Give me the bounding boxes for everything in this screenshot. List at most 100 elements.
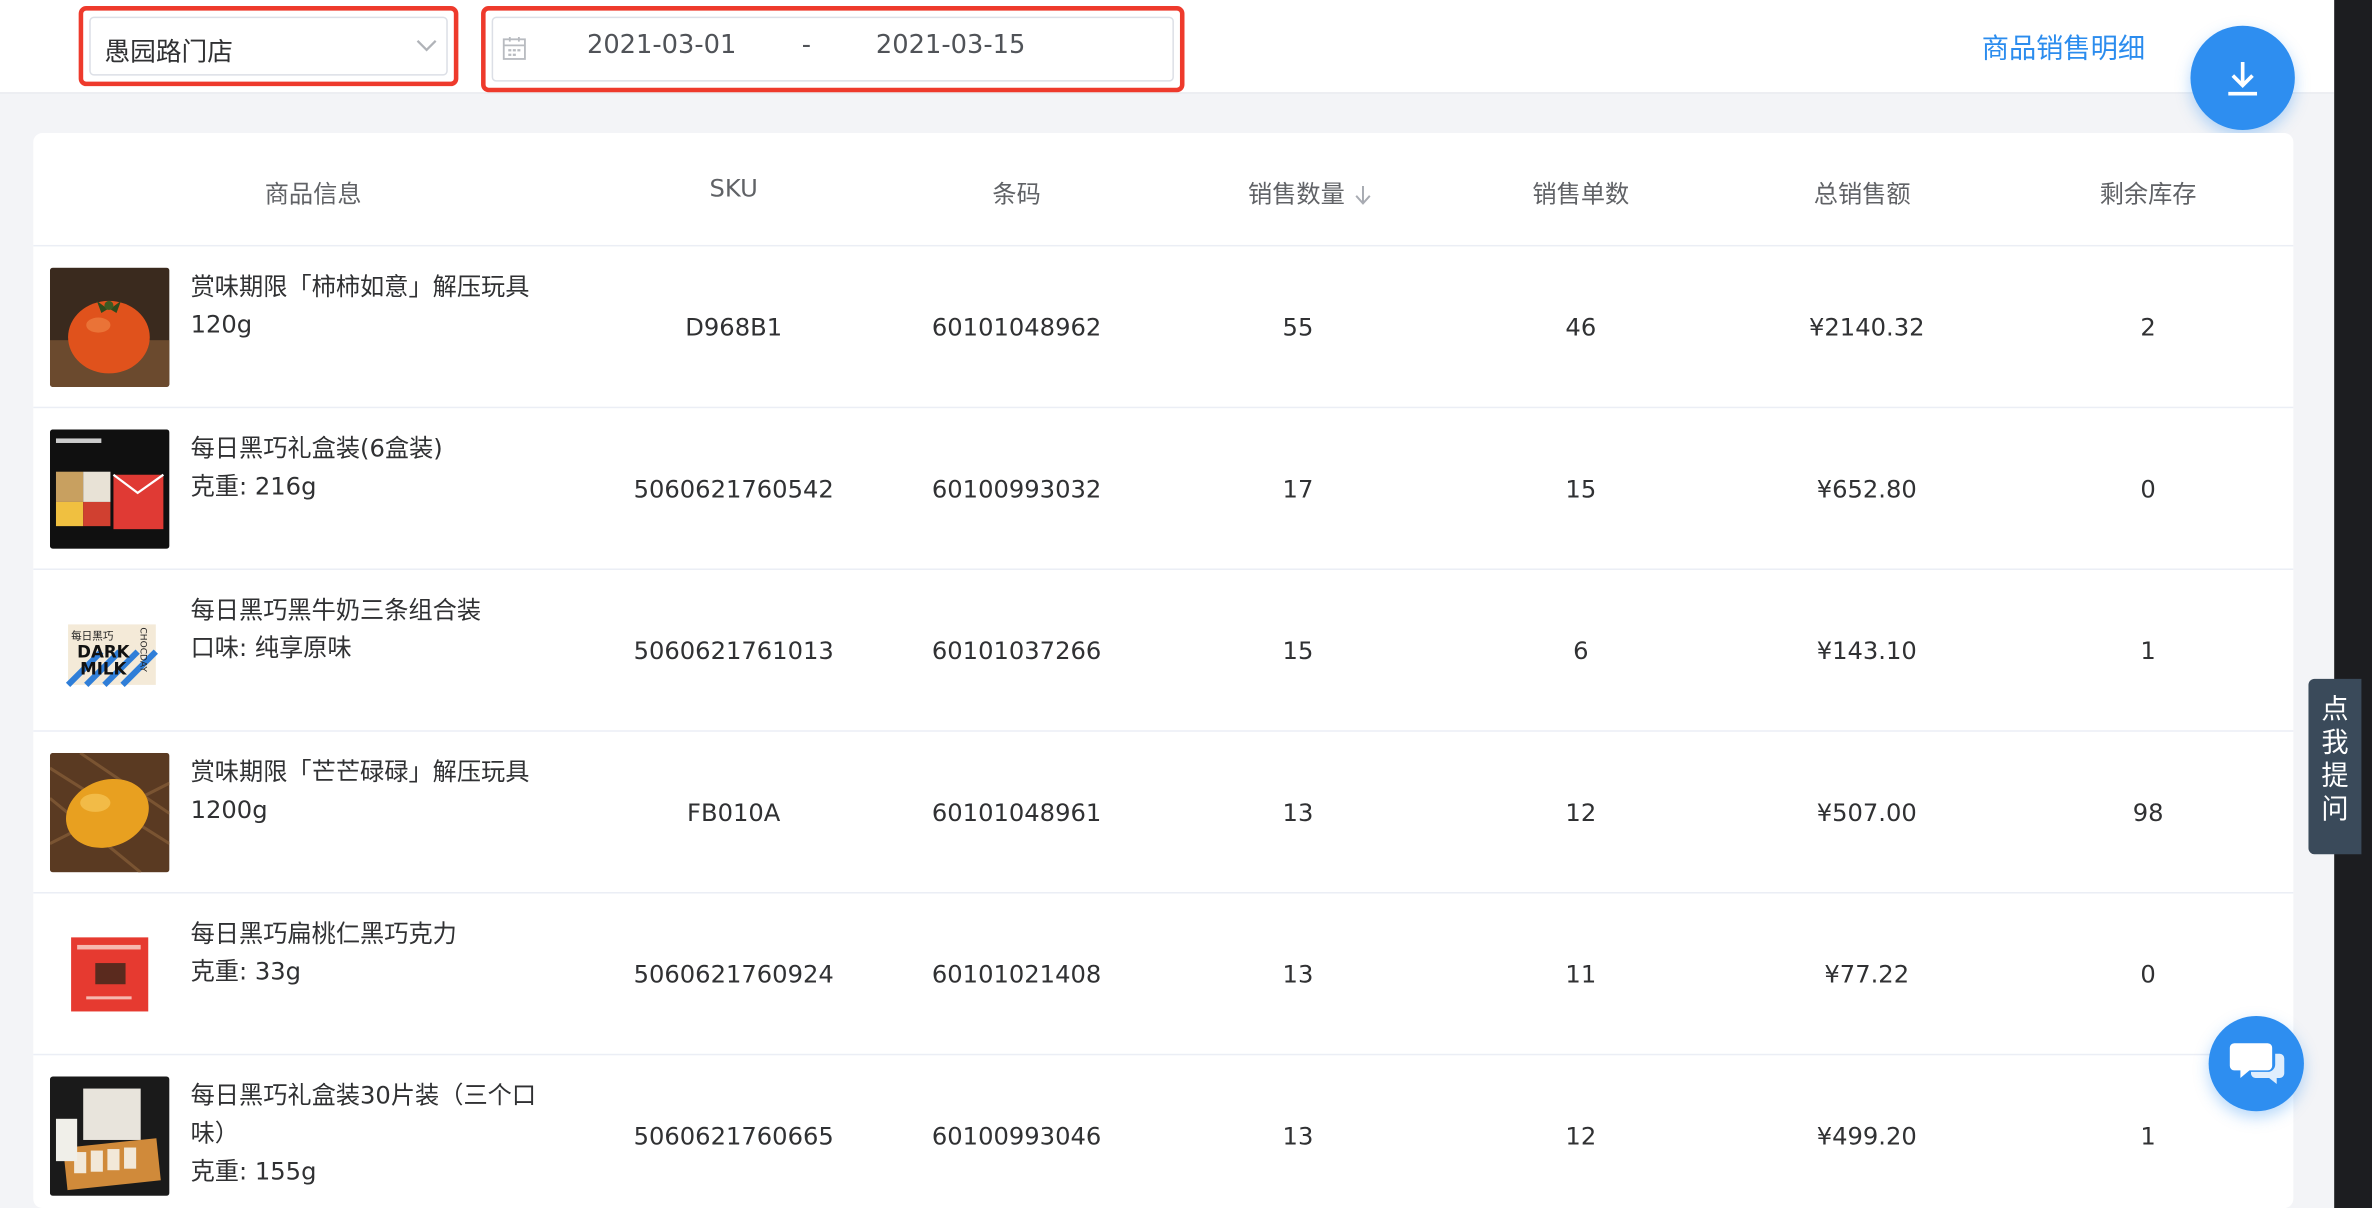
table-header: 商品信息 SKU 条码 销售数量 销售单数 总销售额 剩余库存 (33, 133, 2294, 247)
cell-sku: 5060621760665 (633, 1121, 834, 1151)
table-row: 每日黑巧扁桃仁黑巧克力 克重: 33g 5060621760924 601010… (33, 894, 2294, 1056)
cell-barcode: 60101048961 (931, 798, 1102, 828)
ask-question-tab[interactable]: 点 我 提 问 (2308, 678, 2362, 855)
cell-qty: 13 (1282, 1121, 1314, 1151)
cell-orders: 12 (1565, 798, 1597, 828)
product-thumbnail (49, 267, 170, 388)
cell-total: ¥652.80 (1816, 474, 1917, 504)
cell-total: ¥2140.32 (1809, 312, 1925, 342)
cell-barcode: 60101037266 (931, 636, 1102, 666)
cell-total: ¥507.00 (1816, 798, 1917, 828)
cell-barcode: 60101021408 (931, 960, 1102, 989)
header-stock: 剩余库存 (2099, 179, 2197, 209)
chat-bubbles-icon (2229, 1043, 2285, 1085)
product-name: 每日黑巧黑牛奶三条组合装 (190, 595, 482, 625)
right-edge-strip (2334, 0, 2372, 1208)
date-range-picker[interactable]: 2021-03-01 - 2021-03-15 (481, 6, 1185, 93)
calendar-icon (502, 37, 526, 60)
product-thumbnail (49, 914, 170, 1035)
product-info: 每日黑巧扁桃仁黑巧克力 克重: 33g (191, 915, 569, 991)
table-row: 赏味期限「柿柿如意」解压玩具 120g D968B1 60101048962 5… (33, 246, 2294, 409)
product-spec: 克重: 155g (190, 1156, 317, 1186)
table-row: 每日黑巧礼盒装30片装（三个口味） 克重: 155g 5060621760665… (33, 1055, 2293, 1208)
store-select[interactable]: 愚园路门店 (78, 6, 459, 87)
cell-qty: 17 (1282, 474, 1314, 504)
product-info: 每日黑巧礼盒装(6盒装) 克重: 216g (191, 429, 569, 505)
cell-orders: 46 (1565, 312, 1597, 342)
product-thumbnail: 每日黑巧 DARK MILK CHOCDAY (49, 591, 170, 711)
product-name: 赏味期限「柿柿如意」解压玩具 (190, 272, 530, 301)
arrow-down-icon[interactable] (1354, 184, 1372, 205)
download-button[interactable] (2190, 25, 2295, 131)
download-icon (2228, 61, 2258, 96)
darkmilk-line2-text: MILK (80, 659, 127, 678)
product-name: 每日黑巧扁桃仁黑巧克力 (190, 919, 457, 948)
cell-stock: 0 (2140, 960, 2156, 989)
cell-barcode: 60100993032 (931, 474, 1102, 504)
product-name: 每日黑巧礼盒装30片装（三个口味） (190, 1081, 537, 1148)
product-spec: 克重: 33g (190, 957, 302, 986)
cell-total: ¥77.22 (1824, 960, 1910, 989)
header-qty-label: 销售数量 (1248, 179, 1345, 209)
product-info: 赏味期限「芒芒碌碌」解压玩具 1200g (191, 753, 569, 829)
darkmilk-brand-text: 每日黑巧 (71, 630, 114, 643)
sales-table: 商品信息 SKU 条码 销售数量 销售单数 总销售额 剩余库存 赏味期限「柿柿如… (33, 133, 2294, 1208)
table-row: 每日黑巧礼盒装(6盒装) 克重: 216g 5060621760542 6010… (33, 408, 2294, 570)
table-row: 赏味期限「芒芒碌碌」解压玩具 1200g FB010A 60101048961 … (33, 732, 2294, 894)
cell-sku: 5060621760924 (633, 960, 834, 989)
store-select-value: 愚园路门店 (104, 37, 233, 69)
cell-barcode: 60100993046 (931, 1121, 1102, 1151)
table-row: 每日黑巧 DARK MILK CHOCDAY 每日黑巧黑牛奶三条组合装 口味: … (33, 570, 2294, 732)
cell-orders: 15 (1565, 474, 1597, 504)
date-end-input[interactable]: 2021-03-15 (876, 30, 1025, 60)
cell-qty: 13 (1282, 960, 1314, 989)
help-tab-char: 问 (2321, 793, 2349, 826)
product-spec: 口味: 纯享原味 (190, 633, 352, 663)
cell-sku: 5060621761013 (633, 636, 834, 666)
cell-qty: 13 (1282, 798, 1314, 828)
product-thumbnail (49, 429, 170, 549)
help-tab-char: 我 (2321, 727, 2349, 759)
cell-stock: 98 (2132, 798, 2164, 828)
top-toolbar: 愚园路门店 2021-03-01 - 2021-03-15 商品销售明细 (0, 0, 2335, 94)
product-info: 赏味期限「柿柿如意」解压玩具 120g (191, 268, 569, 344)
cell-total: ¥143.10 (1816, 636, 1917, 666)
header-total: 总销售额 (1813, 179, 1911, 209)
help-tab-char: 点 (2321, 693, 2349, 726)
cell-stock: 1 (2140, 1121, 2156, 1151)
product-info: 每日黑巧礼盒装30片装（三个口味） 克重: 155g (191, 1076, 569, 1189)
cell-qty: 55 (1282, 312, 1314, 342)
header-barcode: 条码 (992, 179, 1041, 209)
date-separator: - (801, 30, 812, 61)
product-thumbnail (49, 752, 170, 873)
product-name: 每日黑巧礼盒装(6盒装) (190, 433, 443, 463)
header-orders: 销售单数 (1532, 179, 1630, 209)
cell-sku: 5060621760542 (633, 474, 834, 504)
product-thumbnail (49, 1076, 170, 1196)
sales-detail-link[interactable]: 商品销售明细 (1982, 27, 2145, 66)
cell-orders: 11 (1565, 960, 1597, 989)
header-sku: SKU (709, 173, 758, 203)
chevron-down-icon (416, 40, 437, 52)
cell-total: ¥499.20 (1816, 1121, 1917, 1151)
cell-qty: 15 (1282, 636, 1314, 666)
product-name: 赏味期限「芒芒碌碌」解压玩具 (190, 757, 530, 787)
chat-button[interactable] (2208, 1015, 2304, 1112)
cell-sku: FB010A (687, 798, 781, 828)
cell-barcode: 60101048962 (931, 312, 1102, 342)
darkmilk-side-text: CHOCDAY (138, 627, 148, 672)
date-start-input[interactable]: 2021-03-01 (587, 30, 736, 60)
product-spec: 120g (190, 309, 253, 339)
product-spec: 1200g (190, 795, 268, 824)
help-tab-char: 提 (2321, 760, 2349, 793)
cell-stock: 2 (2140, 312, 2156, 342)
header-product: 商品信息 (264, 179, 362, 209)
cell-orders: 12 (1565, 1121, 1597, 1151)
header-qty[interactable]: 销售数量 (1248, 174, 1372, 210)
cell-orders: 6 (1573, 636, 1589, 666)
product-spec: 克重: 216g (190, 471, 317, 501)
cell-sku: D968B1 (685, 312, 783, 342)
product-info: 每日黑巧黑牛奶三条组合装 口味: 纯享原味 (191, 591, 569, 667)
cell-stock: 0 (2140, 474, 2156, 504)
cell-stock: 1 (2140, 636, 2156, 666)
